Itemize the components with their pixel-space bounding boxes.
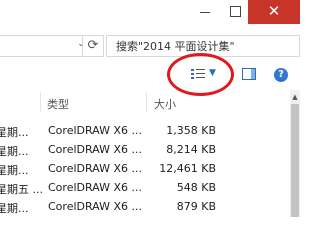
column-header-type[interactable]: 类型 — [47, 96, 69, 112]
table-row[interactable]: 星期五 ... CorelDRAW X6 ... 548 KB — [0, 179, 292, 198]
close-button[interactable]: ✕ — [248, 0, 300, 24]
column-divider[interactable] — [40, 92, 41, 112]
refresh-icon: ⟳ — [87, 38, 99, 53]
refresh-button[interactable]: ⟳ — [82, 35, 104, 57]
highlight-ring — [167, 53, 234, 96]
close-icon: ✕ — [267, 2, 281, 20]
scroll-up-arrow-icon[interactable]: ▲ — [290, 92, 300, 102]
cell-size: 548 KB — [176, 181, 216, 194]
maximize-button[interactable] — [220, 0, 250, 24]
table-row[interactable]: 星期... CorelDRAW X6 ... 879 KB — [0, 198, 292, 217]
cell-type: CorelDRAW X6 ... — [48, 124, 142, 137]
cell-type: CorelDRAW X6 ... — [48, 162, 142, 175]
table-row[interactable]: 星期... CorelDRAW X6 ... 1,358 KB — [0, 122, 292, 141]
cell-date: 星期五 ... — [0, 183, 43, 196]
table-row[interactable]: 星期... CorelDRAW X6 ... 12,461 KB — [0, 160, 292, 179]
search-placeholder: 搜索"2014 平面设计集" — [116, 40, 235, 53]
cell-size: 1,358 KB — [166, 124, 216, 137]
scrollbar-thumb[interactable] — [291, 104, 299, 217]
cell-size: 879 KB — [176, 200, 216, 213]
minimize-button[interactable] — [190, 0, 220, 24]
cell-size: 12,461 KB — [159, 162, 216, 175]
cell-date: 星期... — [0, 164, 29, 177]
preview-pane-icon[interactable] — [242, 68, 256, 80]
cell-date: 星期... — [0, 145, 29, 158]
cell-date: 星期... — [0, 126, 29, 139]
minimize-icon — [200, 12, 210, 13]
cell-type: CorelDRAW X6 ... — [48, 200, 142, 213]
cell-date: 星期... — [0, 202, 29, 215]
preview-pane-shape — [251, 69, 255, 79]
cell-size: 8,214 KB — [166, 143, 216, 156]
table-row[interactable]: 星期... CorelDRAW X6 ... 8,214 KB — [0, 141, 292, 160]
cell-type: CorelDRAW X6 ... — [48, 143, 142, 156]
column-divider[interactable] — [146, 92, 147, 112]
cell-type: CorelDRAW X6 ... — [48, 181, 142, 194]
column-header-size[interactable]: 大小 — [154, 96, 176, 112]
maximize-icon — [230, 6, 241, 17]
help-icon[interactable]: ? — [274, 68, 288, 82]
